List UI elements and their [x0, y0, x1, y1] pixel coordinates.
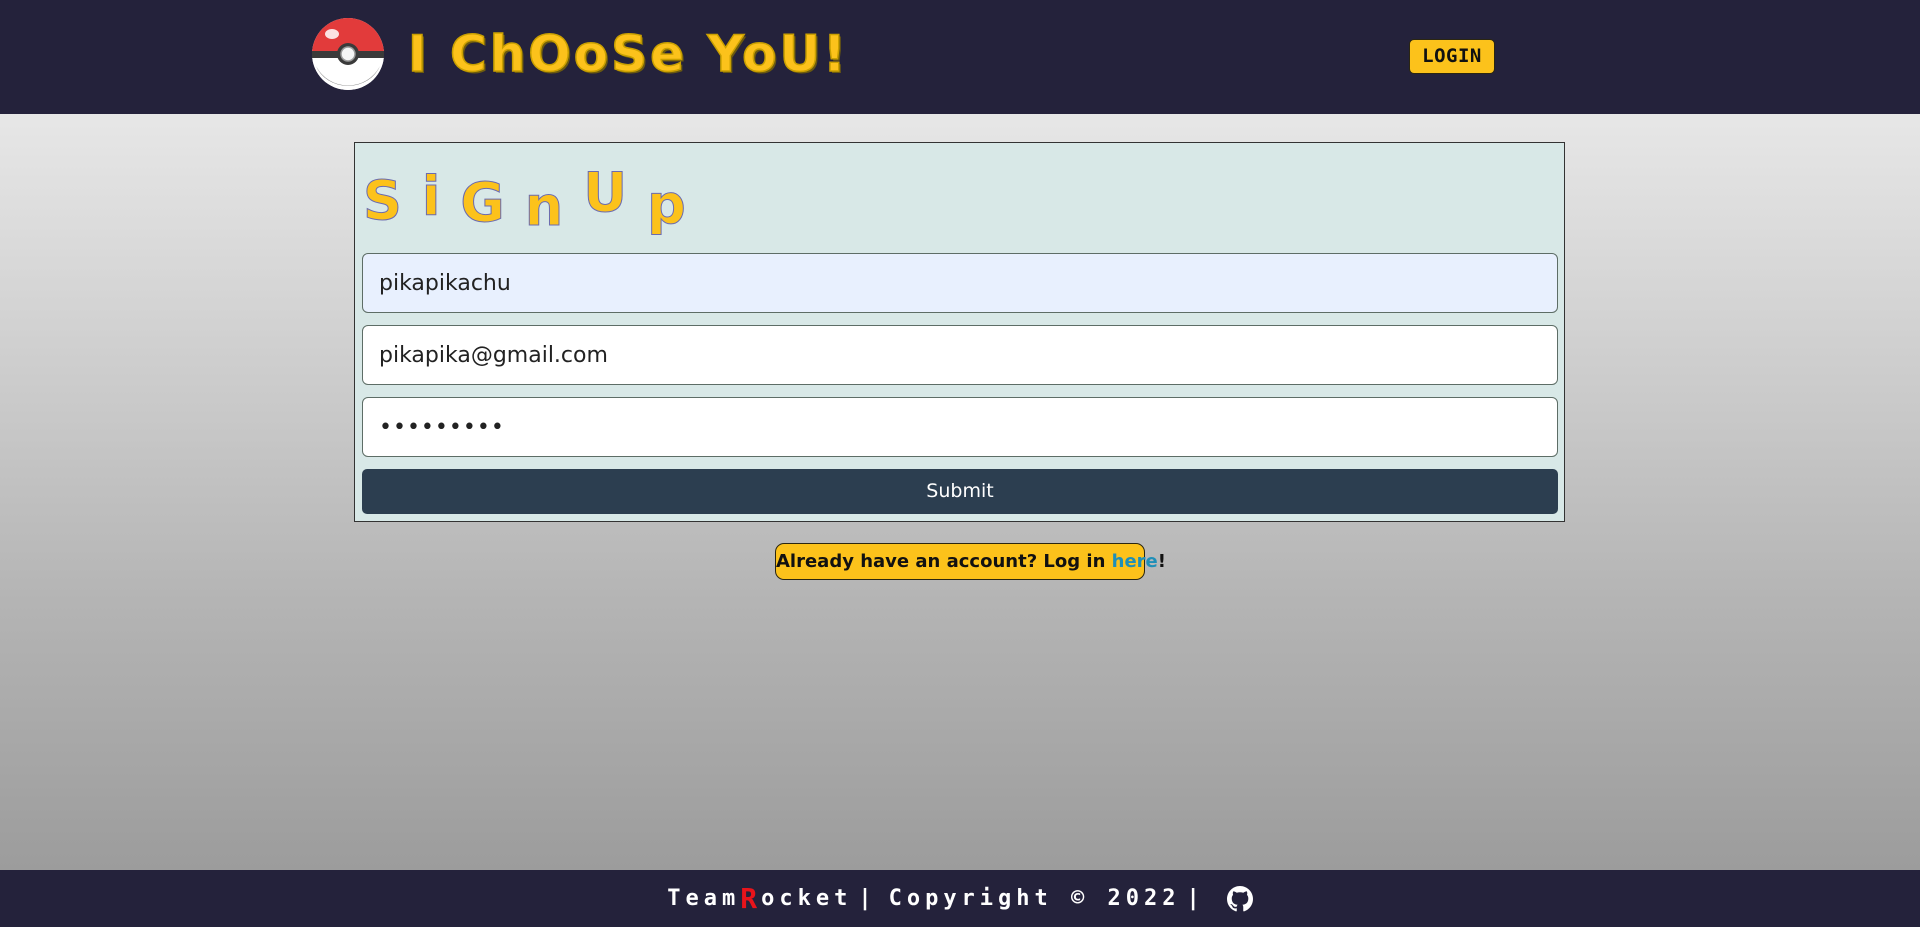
submit-button[interactable]: Submit — [362, 469, 1558, 514]
footer-copyright: Copyright © 2022 — [888, 886, 1181, 911]
footer-team-suffix: ocket — [761, 886, 853, 911]
login-button[interactable]: LOGIN — [1409, 39, 1495, 74]
email-input[interactable] — [362, 325, 1558, 385]
login-here-link[interactable]: here — [1112, 551, 1158, 572]
signup-title-letter: n — [524, 175, 584, 239]
signup-title: S i G n U p — [363, 161, 706, 241]
password-input[interactable] — [362, 397, 1558, 457]
signup-title-letter: i — [421, 165, 461, 229]
signup-title-letter: p — [647, 173, 706, 237]
username-input[interactable] — [362, 253, 1558, 313]
login-prompt-suffix: ! — [1157, 551, 1166, 572]
signup-title-letter: G — [460, 171, 525, 235]
login-prompt: Already have an account? Log in here! — [775, 543, 1166, 580]
footer-team-r: R — [740, 882, 762, 915]
footer-divider: | — [858, 886, 877, 911]
top-navbar: I ChOoSe YoU! LOGIN — [0, 0, 1920, 114]
footer-divider: | — [1186, 886, 1205, 911]
footer-team-prefix: Team — [667, 886, 741, 911]
login-prompt-text: Already have an account? Log in — [776, 551, 1112, 572]
brand[interactable]: I ChOoSe YoU! — [310, 14, 849, 94]
github-icon[interactable] — [1226, 885, 1253, 912]
signup-card: S i G n U p Submit — [354, 142, 1565, 522]
footer: Team Rocket | Copyright © 2022 | — [0, 870, 1920, 927]
signup-title-letter: S — [363, 169, 422, 233]
brand-title: I ChOoSe YoU! — [407, 25, 849, 83]
pokeball-logo-icon — [312, 18, 384, 90]
signup-title-letter: U — [583, 161, 648, 225]
